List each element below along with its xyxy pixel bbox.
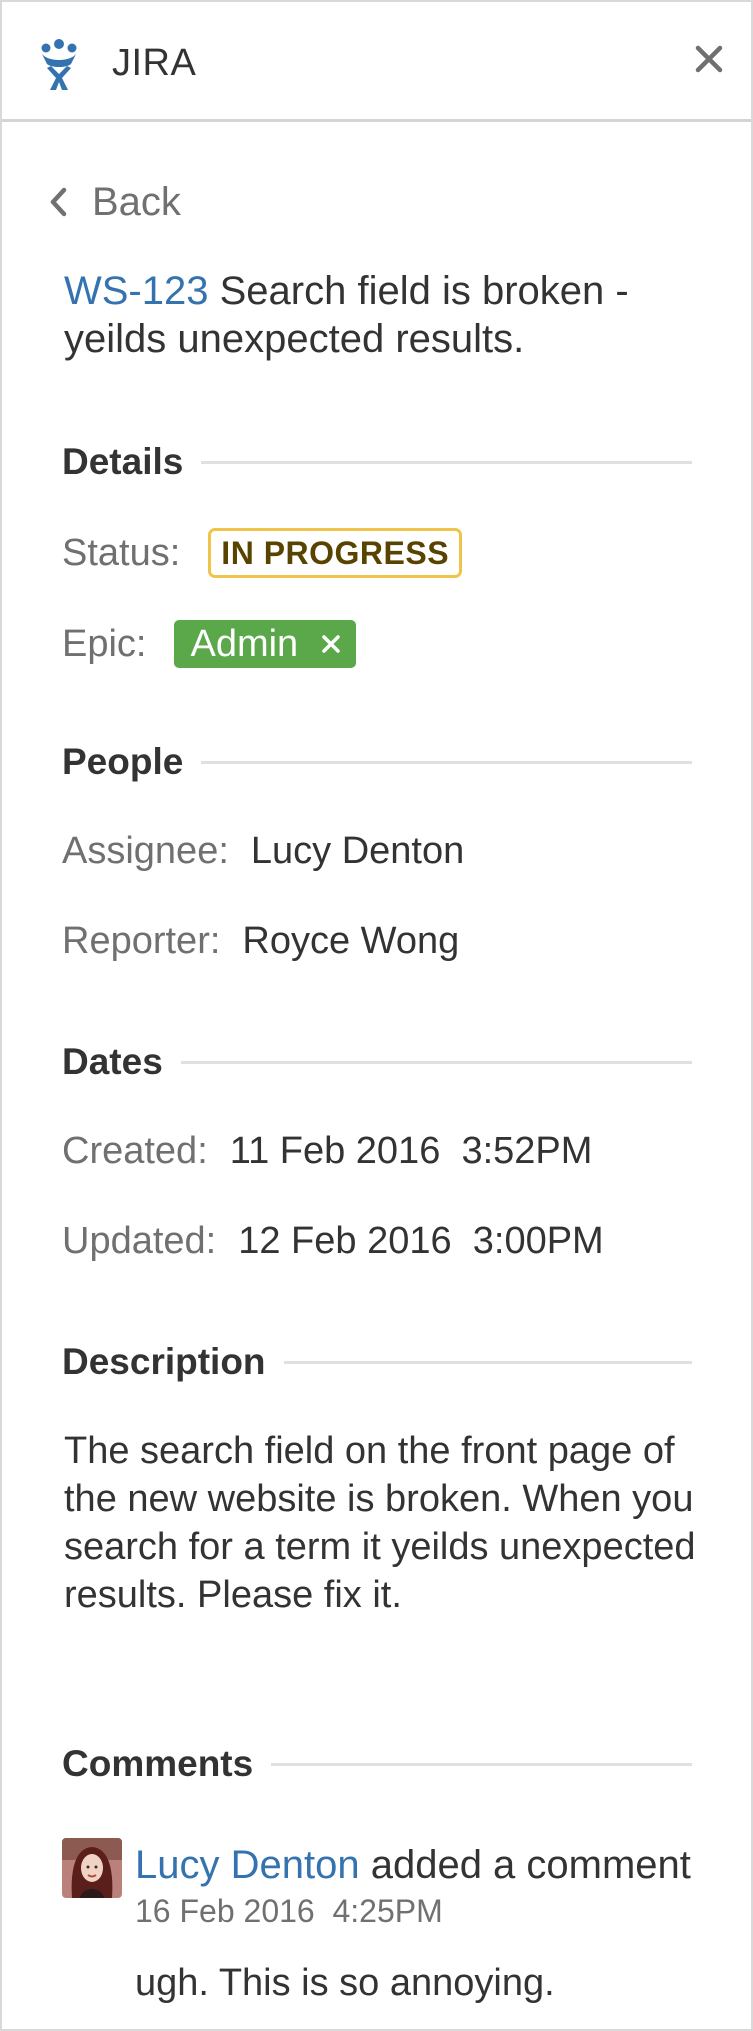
comment-header: Lucy Denton added a comment xyxy=(135,1843,691,1888)
back-label: Back xyxy=(92,179,181,224)
dates-section-header: Dates xyxy=(62,1040,692,1084)
section-divider xyxy=(201,760,692,764)
created-row: Created: 11 Feb 2016 3:52PM xyxy=(62,1126,592,1176)
app-title: JIRA xyxy=(112,42,197,84)
comment-date: 16 Feb 2016 4:25PM xyxy=(135,1893,443,1929)
assignee-value[interactable]: Lucy Denton xyxy=(251,830,464,873)
updated-row: Updated: 12 Feb 2016 3:00PM xyxy=(62,1216,604,1266)
comments-heading: Comments xyxy=(62,1743,254,1784)
epic-row: Epic: Admin xyxy=(62,619,357,669)
details-section-header: Details xyxy=(62,440,692,484)
people-section-header: People xyxy=(62,740,692,784)
issue-title: WS-123 Search field is broken - yeilds u… xyxy=(64,267,714,363)
panel-header: JIRA xyxy=(2,2,751,122)
reporter-value[interactable]: Royce Wong xyxy=(242,920,459,963)
section-divider xyxy=(283,1360,692,1364)
comments-section-header: Comments xyxy=(62,1742,692,1786)
updated-value: 12 Feb 2016 3:00PM xyxy=(238,1219,604,1262)
assignee-row: Assignee: Lucy Denton xyxy=(62,826,464,876)
close-icon[interactable] xyxy=(692,42,726,76)
people-heading: People xyxy=(62,741,184,782)
chevron-left-icon xyxy=(50,187,67,217)
description-text: The search field on the front page of th… xyxy=(64,1430,696,1616)
section-divider xyxy=(180,1060,692,1064)
created-label: Created: xyxy=(62,1129,208,1172)
jira-logo-icon xyxy=(41,39,77,90)
comment-author-link[interactable]: Lucy Denton xyxy=(135,1843,360,1887)
status-row: Status: IN PROGRESS xyxy=(62,528,463,578)
comment-action: added a comment xyxy=(359,1843,691,1887)
details-heading: Details xyxy=(62,441,184,482)
status-lozenge[interactable]: IN PROGRESS xyxy=(208,528,463,578)
dates-heading: Dates xyxy=(62,1041,163,1082)
section-divider xyxy=(201,460,692,464)
updated-label: Updated: xyxy=(62,1219,217,1262)
avatar-image xyxy=(62,1838,122,1898)
epic-tag[interactable]: Admin xyxy=(174,620,357,668)
assignee-label: Assignee: xyxy=(62,829,229,872)
section-divider xyxy=(271,1762,692,1766)
remove-epic-icon[interactable] xyxy=(320,633,342,655)
comment-body: ugh. This is so annoying. xyxy=(135,1962,555,2004)
back-button[interactable]: Back xyxy=(46,177,181,227)
description-section-header: Description xyxy=(62,1340,692,1384)
avatar[interactable] xyxy=(62,1838,122,1898)
reporter-label: Reporter: xyxy=(62,919,221,962)
reporter-row: Reporter: Royce Wong xyxy=(62,916,459,966)
description-heading: Description xyxy=(62,1341,266,1382)
status-label: Status: xyxy=(62,531,181,574)
jira-panel: JIRA Back WS-123 Search field is broken … xyxy=(0,0,753,2031)
epic-tag-label: Admin xyxy=(190,623,299,665)
epic-label: Epic: xyxy=(62,622,147,665)
created-value: 11 Feb 2016 3:52PM xyxy=(229,1129,593,1172)
issue-key-link[interactable]: WS-123 xyxy=(64,269,209,313)
